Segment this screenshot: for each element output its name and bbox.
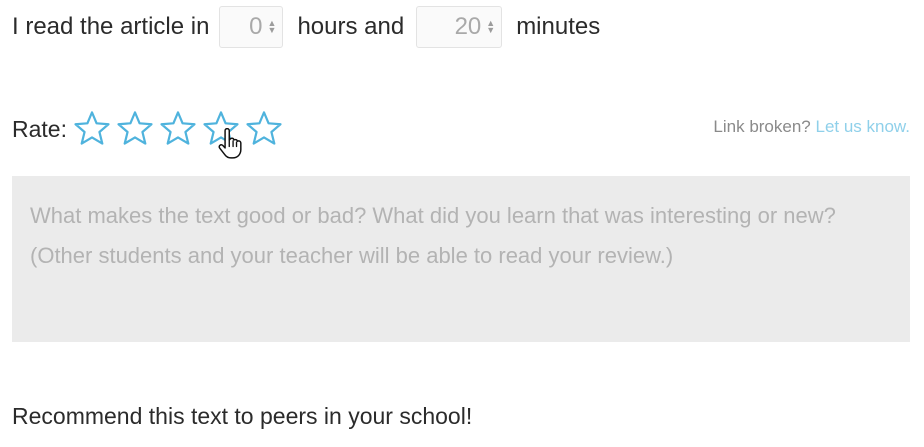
star-outline-icon[interactable] xyxy=(73,110,111,148)
hours-label: hours and xyxy=(297,13,405,40)
minutes-label: minutes xyxy=(516,13,601,40)
recommend-heading: Recommend this text to peers in your sch… xyxy=(12,403,473,429)
report-link[interactable]: Let us know. xyxy=(815,117,910,136)
link-broken-text: Link broken? xyxy=(713,117,811,136)
hours-value: 0 xyxy=(249,13,263,40)
reading-time-prefix: I read the article in xyxy=(12,13,210,40)
review-textarea[interactable] xyxy=(12,176,910,342)
hand-pointer-icon xyxy=(218,128,242,159)
star-rating[interactable] xyxy=(73,110,288,148)
star-outline-icon[interactable] xyxy=(245,110,283,148)
link-broken-notice: Link broken? Let us know. xyxy=(713,117,910,137)
reading-time-row: I read the article in 0 ▲ ▼ hours and 20 … xyxy=(12,4,600,50)
rate-label: Rate: xyxy=(12,115,67,142)
stepper-arrows-icon[interactable]: ▲ ▼ xyxy=(486,19,495,35)
hours-stepper[interactable]: 0 ▲ ▼ xyxy=(219,6,284,48)
star-outline-icon[interactable] xyxy=(159,110,197,148)
stepper-arrows-icon[interactable]: ▲ ▼ xyxy=(268,19,277,35)
star-outline-icon[interactable] xyxy=(116,110,154,148)
rating-row: Rate: xyxy=(12,106,288,152)
minutes-stepper[interactable]: 20 ▲ ▼ xyxy=(416,6,503,48)
minutes-value: 20 xyxy=(454,13,482,40)
